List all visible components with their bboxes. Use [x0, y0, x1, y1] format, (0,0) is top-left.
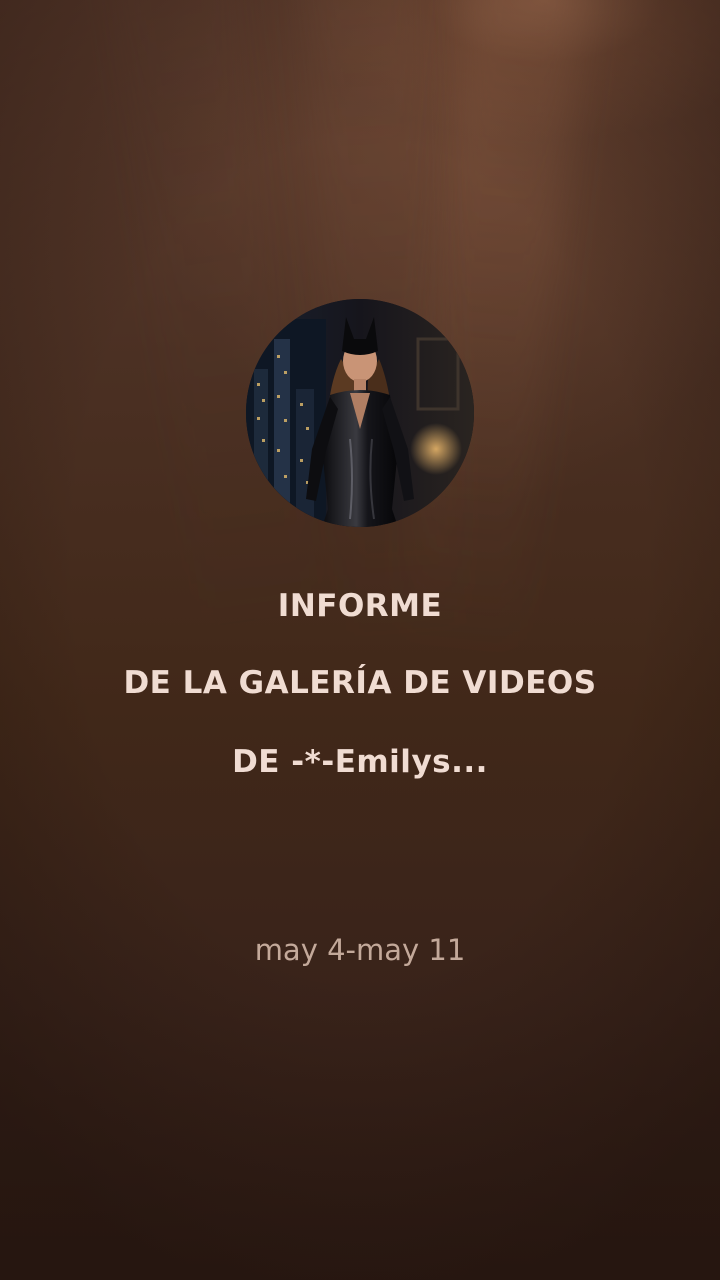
date-range-label: may 4-may 11: [254, 933, 466, 967]
report-title-line-2: DE LA GALERÍA DE VIDEOS: [123, 665, 597, 701]
background-vignette: [0, 0, 720, 1280]
report-title-line-3: DE -*-Emilys...: [232, 744, 488, 780]
profile-photo-icon: [246, 299, 474, 527]
report-screen: INFORME DE LA GALERÍA DE VIDEOS DE -*-Em…: [0, 0, 720, 1280]
report-title-line-1: INFORME: [277, 588, 443, 624]
profile-avatar: [246, 299, 474, 527]
